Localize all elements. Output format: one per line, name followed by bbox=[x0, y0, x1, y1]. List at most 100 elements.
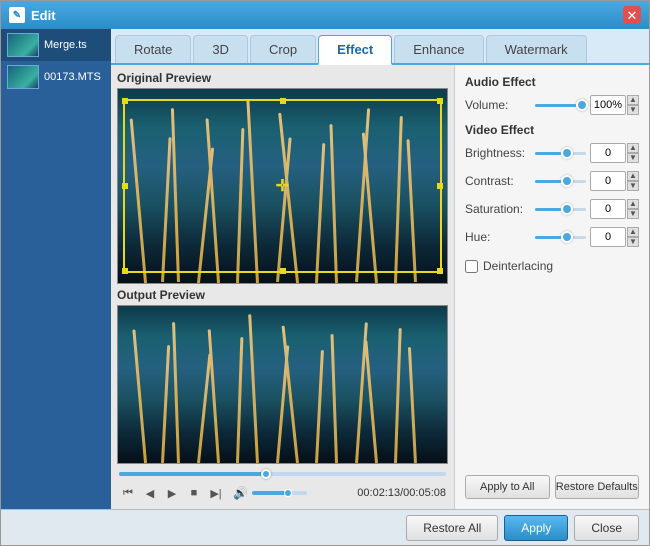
hue-up-btn[interactable]: ▲ bbox=[627, 227, 639, 237]
tab-effect[interactable]: Effect bbox=[318, 35, 392, 65]
saturation-label: Saturation: bbox=[465, 202, 535, 216]
step-forward-button[interactable]: ▶| bbox=[207, 484, 225, 502]
window-title: Edit bbox=[31, 8, 623, 23]
saturation-spin: ▲ ▼ bbox=[627, 199, 639, 219]
right-spacer bbox=[465, 273, 639, 475]
brightness-down-btn[interactable]: ▼ bbox=[627, 153, 639, 163]
video-panels: Original Preview bbox=[111, 65, 649, 509]
bottom-bar: Restore All Apply Close bbox=[1, 509, 649, 545]
content-area: Merge.ts 00173.MTS Rotate 3D Crop Effect… bbox=[1, 29, 649, 509]
seek-progress bbox=[119, 472, 266, 476]
contrast-label: Contrast: bbox=[465, 174, 535, 188]
right-panel: Audio Effect Volume: ▲ ▼ bbox=[454, 65, 649, 509]
brightness-row: Brightness: ▲ ▼ bbox=[465, 143, 639, 163]
audio-effect-title: Audio Effect bbox=[465, 75, 639, 89]
close-button[interactable]: Close bbox=[574, 515, 639, 541]
sidebar: Merge.ts 00173.MTS bbox=[1, 29, 111, 509]
brightness-fill bbox=[535, 152, 561, 155]
output-preview-label: Output Preview bbox=[117, 288, 448, 302]
hue-fill bbox=[535, 236, 561, 239]
play-button[interactable]: ▶ bbox=[163, 484, 181, 502]
deinterlacing-checkbox[interactable] bbox=[465, 260, 478, 273]
saturation-value-input[interactable] bbox=[590, 199, 626, 219]
original-video-bg: ✛ bbox=[118, 89, 447, 283]
title-bar: ✎ Edit ✕ bbox=[1, 1, 649, 29]
brightness-value-input[interactable] bbox=[590, 143, 626, 163]
hue-row: Hue: ▲ ▼ bbox=[465, 227, 639, 247]
saturation-up-btn[interactable]: ▲ bbox=[627, 199, 639, 209]
time-display: 00:02:13/00:05:08 bbox=[357, 487, 446, 499]
stop-button[interactable]: ■ bbox=[185, 484, 203, 502]
hue-track[interactable] bbox=[535, 236, 586, 239]
sidebar-label-merge: Merge.ts bbox=[44, 39, 87, 51]
tab-watermark[interactable]: Watermark bbox=[486, 35, 587, 63]
deinterlacing-label[interactable]: Deinterlacing bbox=[483, 259, 553, 273]
brightness-label: Brightness: bbox=[465, 146, 535, 160]
volume-progress bbox=[252, 491, 288, 495]
seek-bar[interactable] bbox=[119, 472, 446, 476]
tab-rotate[interactable]: Rotate bbox=[115, 35, 191, 63]
hue-value-input[interactable] bbox=[590, 227, 626, 247]
sidebar-item-merge[interactable]: Merge.ts bbox=[1, 29, 111, 61]
contrast-thumb[interactable] bbox=[561, 175, 573, 187]
restore-defaults-button[interactable]: Restore Defaults bbox=[555, 475, 640, 499]
hue-thumb[interactable] bbox=[561, 231, 573, 243]
hue-slider-container bbox=[535, 230, 586, 244]
hue-spin: ▲ ▼ bbox=[627, 227, 639, 247]
tab-enhance[interactable]: Enhance bbox=[394, 35, 483, 63]
volume-thumb bbox=[284, 489, 292, 497]
sidebar-label-file: 00173.MTS bbox=[44, 71, 101, 83]
contrast-spin: ▲ ▼ bbox=[627, 171, 639, 191]
volume-slider[interactable] bbox=[252, 491, 307, 495]
apply-button[interactable]: Apply bbox=[504, 515, 568, 541]
edit-window: ✎ Edit ✕ Merge.ts 00173.MTS Rotate bbox=[0, 0, 650, 546]
volume-thumb-right[interactable] bbox=[576, 99, 588, 111]
right-actions: Apply to All Restore Defaults bbox=[465, 475, 639, 499]
seek-thumb[interactable] bbox=[261, 469, 271, 479]
saturation-row: Saturation: ▲ ▼ bbox=[465, 199, 639, 219]
crop-center-icon: ✛ bbox=[276, 176, 289, 196]
volume-value-input[interactable] bbox=[590, 95, 626, 115]
close-window-button[interactable]: ✕ bbox=[623, 6, 641, 24]
volume-up-btn[interactable]: ▲ bbox=[627, 95, 639, 105]
contrast-up-btn[interactable]: ▲ bbox=[627, 171, 639, 181]
step-back-button[interactable]: ◀ bbox=[141, 484, 159, 502]
volume-down-btn[interactable]: ▼ bbox=[627, 105, 639, 115]
deinterlacing-row: Deinterlacing bbox=[465, 259, 639, 273]
contrast-value-input[interactable] bbox=[590, 171, 626, 191]
brightness-up-btn[interactable]: ▲ bbox=[627, 143, 639, 153]
contrast-track[interactable] bbox=[535, 180, 586, 183]
video-effect-title: Video Effect bbox=[465, 123, 639, 137]
skip-start-button[interactable]: ⏮ bbox=[119, 484, 137, 502]
tab-3d[interactable]: 3D bbox=[193, 35, 248, 63]
saturation-slider-container bbox=[535, 202, 586, 216]
sidebar-item-file[interactable]: 00173.MTS bbox=[1, 61, 111, 93]
brightness-track[interactable] bbox=[535, 152, 586, 155]
tab-crop[interactable]: Crop bbox=[250, 35, 316, 63]
saturation-down-btn[interactable]: ▼ bbox=[627, 209, 639, 219]
hue-down-btn[interactable]: ▼ bbox=[627, 237, 639, 247]
contrast-slider-container bbox=[535, 174, 586, 188]
volume-label: Volume: bbox=[465, 98, 535, 112]
window-icon: ✎ bbox=[9, 7, 25, 23]
brightness-thumb[interactable] bbox=[561, 147, 573, 159]
sidebar-thumb-merge bbox=[7, 33, 39, 57]
original-preview-label: Original Preview bbox=[117, 71, 448, 85]
volume-icon: 🔊 bbox=[233, 486, 248, 500]
saturation-fill bbox=[535, 208, 561, 211]
saturation-thumb[interactable] bbox=[561, 203, 573, 215]
output-video-bg bbox=[118, 306, 447, 463]
contrast-fill bbox=[535, 180, 561, 183]
left-panel: Original Preview bbox=[111, 65, 454, 509]
original-preview: ✛ bbox=[117, 88, 448, 284]
apply-to-all-button[interactable]: Apply to All bbox=[465, 475, 550, 499]
volume-slider-container bbox=[535, 98, 586, 112]
saturation-track[interactable] bbox=[535, 208, 586, 211]
output-preview bbox=[117, 305, 448, 464]
volume-spin: ▲ ▼ bbox=[627, 95, 639, 115]
brightness-slider-container bbox=[535, 146, 586, 160]
restore-all-button[interactable]: Restore All bbox=[406, 515, 498, 541]
seek-bar-container bbox=[117, 467, 448, 481]
volume-track[interactable] bbox=[535, 104, 586, 107]
contrast-down-btn[interactable]: ▼ bbox=[627, 181, 639, 191]
